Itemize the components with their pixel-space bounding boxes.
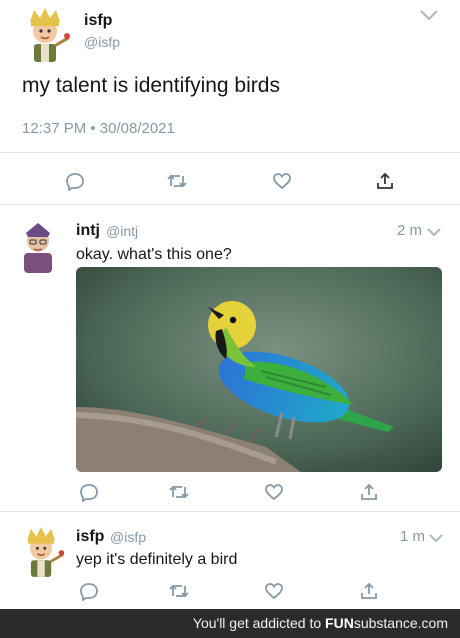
tweet-photo-bird[interactable] xyxy=(76,267,442,472)
retweet-icon[interactable] xyxy=(166,578,192,604)
author-name[interactable]: intj xyxy=(76,222,100,240)
reply-icon[interactable] xyxy=(76,479,102,505)
action-bar xyxy=(0,578,460,604)
reply-time[interactable]: 2 m xyxy=(397,222,422,239)
chevron-down-icon[interactable] xyxy=(428,531,444,549)
avatar-intj[interactable] xyxy=(18,219,58,273)
author-name[interactable]: isfp xyxy=(76,528,104,546)
funsubstance-banner[interactable]: You'll get addicted to FUNsubstance.com xyxy=(0,609,460,638)
retweet-icon[interactable] xyxy=(166,479,192,505)
reply-text: okay. what's this one? xyxy=(76,246,232,263)
main-tweet: isfp @isfp my talent is identifying bird… xyxy=(0,0,460,205)
share-icon[interactable] xyxy=(356,578,382,604)
banner-prefix: You'll get addicted to xyxy=(192,615,322,631)
action-bar xyxy=(0,168,460,194)
like-icon[interactable] xyxy=(261,479,287,505)
reply-icon[interactable] xyxy=(62,168,88,194)
action-bar xyxy=(0,479,460,505)
avatar-isfp[interactable] xyxy=(20,6,72,64)
brand-fun: FUN xyxy=(325,615,354,631)
share-icon[interactable] xyxy=(372,168,398,194)
like-icon[interactable] xyxy=(269,168,295,194)
chevron-down-icon[interactable] xyxy=(426,225,442,243)
brand-rest: substance.com xyxy=(353,615,448,631)
tweet-text: my talent is identifying birds xyxy=(22,74,280,97)
avatar-isfp[interactable] xyxy=(18,524,66,580)
divider xyxy=(0,152,460,153)
reply-icon[interactable] xyxy=(76,578,102,604)
author-name[interactable]: isfp xyxy=(84,12,112,30)
like-icon[interactable] xyxy=(261,578,287,604)
chevron-down-icon[interactable] xyxy=(418,8,440,27)
share-icon[interactable] xyxy=(356,479,382,505)
reply-tweet: isfp @isfp 1 m yep it's definitely a bir… xyxy=(0,512,460,608)
author-handle[interactable]: @intj xyxy=(106,223,138,239)
banner-text: You'll get addicted to FUNsubstance.com xyxy=(193,615,448,631)
reply-time[interactable]: 1 m xyxy=(400,528,425,545)
author-handle[interactable]: @isfp xyxy=(110,529,146,545)
retweet-icon[interactable] xyxy=(164,168,190,194)
tweet-timestamp[interactable]: 12:37 PM • 30/08/2021 xyxy=(22,120,175,137)
reply-text: yep it's definitely a bird xyxy=(76,551,238,568)
author-handle[interactable]: @isfp xyxy=(84,34,120,50)
